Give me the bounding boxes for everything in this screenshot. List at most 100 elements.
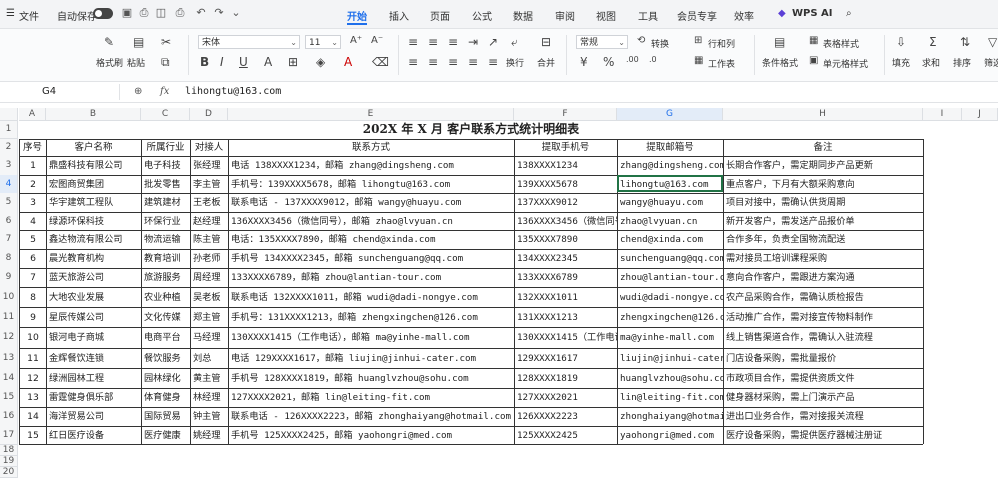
tab-tools[interactable]: 工具 [638,8,658,23]
table-cell[interactable]: 手机号 134XXXX2345，邮箱 sunchenguang@qq.com [229,250,514,268]
table-cell[interactable]: 线上销售渠道合作，需确认入驻流程 [724,328,923,348]
row-header-5[interactable]: 5 [0,193,18,213]
row-header-9[interactable]: 9 [0,268,18,288]
cell-style-button[interactable]: 单元格样式 [823,57,868,70]
conditional-format-icon[interactable]: ▤ [774,35,785,49]
table-cell[interactable]: 农产品采购合作，需确认质检报告 [724,288,923,307]
table-cell[interactable]: 华宇建筑工程队 [47,194,141,212]
currency-icon[interactable]: ¥ [580,55,588,69]
table-cell[interactable]: 林经理 [191,389,228,407]
table-cell[interactable]: 8 [20,288,46,307]
table-cell[interactable]: 陈主管 [191,231,228,249]
table-cell[interactable]: 黄主管 [191,369,228,388]
table-cell[interactable]: 6 [20,250,46,268]
table-cell[interactable]: 绿洲园林工程 [47,369,141,388]
table-cell[interactable]: 131XXXX1213 [515,308,617,327]
table-cell[interactable]: 市政项目合作，需提供资质文件 [724,369,923,388]
table-cell[interactable]: 134XXXX2345 [515,250,617,268]
increase-font-icon[interactable]: A⁺ [350,35,362,46]
conditional-format-button[interactable]: 条件格式 [762,56,798,69]
font-color-icon[interactable]: A [344,55,352,69]
table-cell[interactable]: 133XXXX6789 [515,269,617,287]
name-box[interactable]: G4 [2,84,120,100]
table-cell[interactable]: 健身器材采购，需上门演示产品 [724,389,923,407]
table-cell[interactable]: 吴老板 [191,288,228,307]
table-cell[interactable]: 电话：135XXXX7890，邮箱 chend@xinda.com [229,231,514,249]
header-cell[interactable]: 客户名称 [46,139,141,156]
table-cell[interactable]: 张经理 [191,157,228,175]
fill-icon[interactable]: ⇩ [896,35,906,49]
copy-icon[interactable]: ⧉ [161,55,170,70]
table-cell[interactable]: 1 [20,157,46,175]
table-cell[interactable]: 10 [20,328,46,348]
save-icon[interactable]: ▣ [121,7,133,19]
table-cell[interactable]: zhonghaiyang@hotmail [618,408,723,426]
decimal-increase-icon[interactable]: .00 [626,55,639,64]
table-cell[interactable]: 大地农业发展 [47,288,141,307]
table-cell[interactable]: 教育培训 [142,250,190,268]
table-cell[interactable]: zhao@lvyuan.cn [618,213,723,230]
table-cell[interactable]: 手机号 125XXXX2425，邮箱 yaohongri@med.com [229,427,514,444]
convert-icon[interactable]: ⟲ [637,35,645,46]
table-cell[interactable]: 133XXXX6789，邮箱 zhou@lantian-tour.com [229,269,514,287]
header-cell[interactable]: 序号 [19,139,46,156]
column-header-b[interactable]: B [46,108,141,121]
align-top-icon[interactable]: ≡ [408,35,418,49]
cut-icon[interactable]: ✂ [161,35,171,49]
sheet-title[interactable]: 202X 年 X 月 客户联系方式统计明细表 [19,121,923,138]
sort-icon[interactable]: ⇅ [960,35,970,49]
table-cell[interactable]: liujin@jinhui-cater. [618,349,723,368]
row-header-19[interactable]: 19 [0,456,18,467]
table-cell[interactable]: 128XXXX1819 [515,369,617,388]
column-header-j[interactable]: J [962,108,998,121]
table-cell[interactable]: 意向合作客户，需跟进方案沟通 [724,269,923,287]
table-cell[interactable]: 旅游服务 [142,269,190,287]
row-header-3[interactable]: 3 [0,156,18,176]
table-cell[interactable]: 金辉餐饮连锁 [47,349,141,368]
table-cell[interactable]: 135XXXX7890 [515,231,617,249]
table-cell[interactable]: yaohongri@med.com [618,427,723,444]
table-cell[interactable]: 126XXXX2223 [515,408,617,426]
table-cell[interactable]: 建筑建材 [142,194,190,212]
tab-insert[interactable]: 插入 [389,8,409,23]
table-cell[interactable]: 雷霆健身俱乐部 [47,389,141,407]
header-cell[interactable]: 备注 [723,139,923,156]
table-cell[interactable]: 红日医疗设备 [47,427,141,444]
table-cell[interactable]: 3 [20,194,46,212]
row-header-18[interactable]: 18 [0,445,18,456]
column-header-g[interactable]: G [617,108,723,121]
table-cell[interactable]: 项目对接中，需确认供货周期 [724,194,923,212]
sum-button[interactable]: 求和 [922,56,940,69]
table-cell[interactable]: 鼎盛科技有限公司 [47,157,141,175]
table-cell[interactable]: 晨光教育机构 [47,250,141,268]
table-cell[interactable]: zhou@lantian-tour.com [618,269,723,287]
tab-member[interactable]: 会员专享 [677,8,717,23]
indent-icon[interactable]: ⇥ [468,35,478,49]
table-cell[interactable]: 联系电话 - 126XXXX2223，邮箱 zhonghaiyang@hotma… [229,408,514,426]
wps-ai-icon[interactable]: ◆ [778,8,786,19]
paste-icon[interactable]: ▤ [133,35,144,49]
table-cell[interactable]: 手机号 128XXXX1819，邮箱 huanglvzhou@sohu.com [229,369,514,388]
export-pdf-icon[interactable]: ⎙ [138,7,150,19]
tab-view[interactable]: 视图 [596,8,616,23]
table-cell[interactable]: 星辰传媒公司 [47,308,141,327]
row-header-13[interactable]: 13 [0,348,18,369]
table-cell[interactable]: 137XXXX9012 [515,194,617,212]
table-cell[interactable]: wangy@huayu.com [618,194,723,212]
underline-icon[interactable]: U [239,55,248,69]
menu-icon[interactable]: ☰ [6,8,15,19]
table-cell[interactable]: 进出口业务合作，需对接报关流程 [724,408,923,426]
row-header-14[interactable]: 14 [0,368,18,389]
rows-cols-button[interactable]: 行和列 [708,37,735,50]
table-cell[interactable]: 15 [20,427,46,444]
table-cell[interactable]: 农业种植 [142,288,190,307]
column-header-a[interactable]: A [19,108,46,121]
paste-button[interactable]: 粘贴 [127,56,145,69]
column-header-d[interactable]: D [190,108,228,121]
table-cell[interactable]: 绿源环保科技 [47,213,141,230]
table-cell[interactable]: 长期合作客户，需定期同步产品更新 [724,157,923,175]
table-cell[interactable]: 需对接员工培训课程采购 [724,250,923,268]
justify-icon[interactable]: ≡ [468,55,478,69]
table-cell[interactable]: 130XXXX1415（工作电话 [515,328,617,348]
table-cell[interactable]: 周经理 [191,269,228,287]
